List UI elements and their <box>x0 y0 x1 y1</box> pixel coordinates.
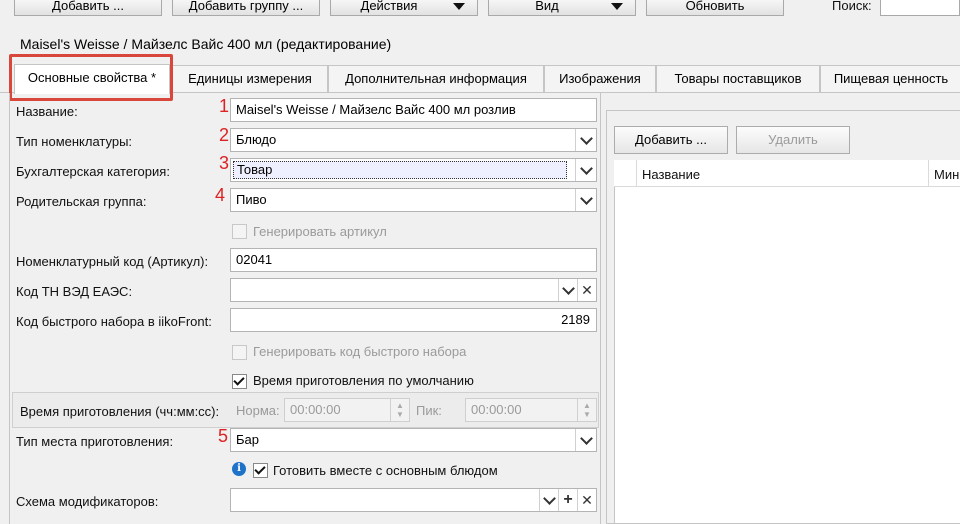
peak-label: Пик: <box>416 403 442 418</box>
accounting-category-value: Товар <box>233 161 567 179</box>
chevron-down-icon[interactable] <box>575 429 596 451</box>
tab-units[interactable]: Единицы измерения <box>172 65 328 92</box>
fast-code-label: Код быстрого набора в iikoFront: <box>16 314 212 329</box>
norm-input[interactable]: 00:00:00 ▲ ▼ <box>284 398 410 422</box>
tab-additional-info[interactable]: Дополнительная информация <box>328 65 544 92</box>
type-select[interactable]: Блюдо <box>230 128 597 152</box>
actions-button[interactable]: Действия <box>330 0 478 16</box>
marker-1: 1 <box>219 96 230 116</box>
accounting-category-label: Бухгалтерская категория: <box>16 164 170 179</box>
marker-2: 2 <box>219 125 230 145</box>
search-input[interactable] <box>880 0 960 16</box>
column-divider <box>928 160 929 187</box>
modifiers-label: Схема модификаторов: <box>16 494 159 509</box>
fast-code-input[interactable]: 2189 <box>230 308 597 332</box>
tnved-select[interactable]: ✕ <box>230 278 597 302</box>
default-time-label: Время приготовления по умолчанию <box>253 373 474 388</box>
place-type-select[interactable]: Бар <box>230 428 597 452</box>
modifiers-select[interactable]: + ✕ <box>230 488 597 512</box>
tab-images[interactable]: Изображения <box>544 65 656 92</box>
cooking-time-label: Время приготовления (чч:мм:сс): <box>20 404 220 419</box>
tnved-label: Код ТН ВЭД ЕАЭС: <box>16 284 133 299</box>
parent-group-select[interactable]: Пиво <box>230 188 597 212</box>
generate-article-label: Генерировать артикул <box>253 224 387 239</box>
items-table <box>614 160 960 524</box>
peak-input[interactable]: 00:00:00 ▲ ▼ <box>465 398 597 422</box>
view-label: Вид <box>535 0 559 13</box>
info-icon: i <box>232 462 246 476</box>
article-code-input[interactable]: 02041 <box>230 248 597 272</box>
default-time-checkbox[interactable] <box>232 374 247 392</box>
name-label: Название: <box>16 104 78 119</box>
norm-value: 00:00:00 <box>290 402 341 417</box>
actions-label: Действия <box>360 0 418 13</box>
cook-together-label: Готовить вместе с основным блюдом <box>273 463 498 478</box>
clear-icon[interactable]: ✕ <box>577 279 596 301</box>
window-title: Maisel's Weisse / Майзелс Вайс 400 мл (р… <box>20 36 392 52</box>
marker-5: 5 <box>218 426 229 446</box>
spinner-icon[interactable]: ▲ ▼ <box>577 399 596 421</box>
type-label: Тип номенклатуры: <box>16 134 133 149</box>
name-input[interactable]: Maisel's Weisse / Майзелс Вайс 400 мл ро… <box>230 98 597 122</box>
generate-fast-code-label: Генерировать код быстрого набора <box>253 344 467 359</box>
view-button[interactable]: Вид <box>488 0 636 16</box>
article-code-label: Номенклатурный код (Артикул): <box>16 254 209 269</box>
search-label: Поиск: <box>832 0 872 13</box>
parent-group-label: Родительская группа: <box>16 194 147 209</box>
generate-article-checkbox[interactable] <box>232 224 247 242</box>
add-group-button[interactable]: Добавить группу ... <box>172 0 320 16</box>
dropdown-arrow-icon <box>611 3 623 10</box>
tab-supplier-products[interactable]: Товары поставщиков <box>656 65 820 92</box>
add-button[interactable]: Добавить ... <box>14 0 162 16</box>
chevron-down-icon[interactable] <box>575 189 596 211</box>
accounting-category-select[interactable]: Товар <box>230 158 597 182</box>
norm-label: Норма: <box>236 403 280 418</box>
col-name-header[interactable]: Название <box>642 167 700 182</box>
marker-3: 3 <box>219 153 230 173</box>
col-min-header[interactable]: Мин <box>934 167 959 182</box>
dropdown-arrow-icon <box>453 3 465 10</box>
place-type-label: Тип места приготовления: <box>16 434 174 449</box>
spinner-icon[interactable]: ▲ ▼ <box>390 399 409 421</box>
parent-group-value: Пиво <box>236 192 267 207</box>
place-type-value: Бар <box>236 432 259 447</box>
clear-icon[interactable]: ✕ <box>577 489 596 511</box>
chevron-down-icon[interactable] <box>539 489 558 511</box>
right-add-button[interactable]: Добавить ... <box>614 126 728 154</box>
peak-value: 00:00:00 <box>471 402 522 417</box>
marker-4: 4 <box>215 185 226 205</box>
chevron-down-icon[interactable] <box>575 129 596 151</box>
cook-together-checkbox[interactable] <box>253 463 268 481</box>
plus-icon[interactable]: + <box>558 489 577 511</box>
chevron-down-icon[interactable] <box>558 279 577 301</box>
generate-fast-code-checkbox[interactable] <box>232 345 247 363</box>
refresh-button[interactable]: Обновить <box>646 0 784 16</box>
column-divider <box>636 160 637 187</box>
right-delete-button[interactable]: Удалить <box>736 126 850 154</box>
type-value: Блюдо <box>236 132 277 147</box>
chevron-down-icon[interactable] <box>575 159 596 181</box>
tab-nutrition[interactable]: Пищевая ценность <box>820 65 960 92</box>
